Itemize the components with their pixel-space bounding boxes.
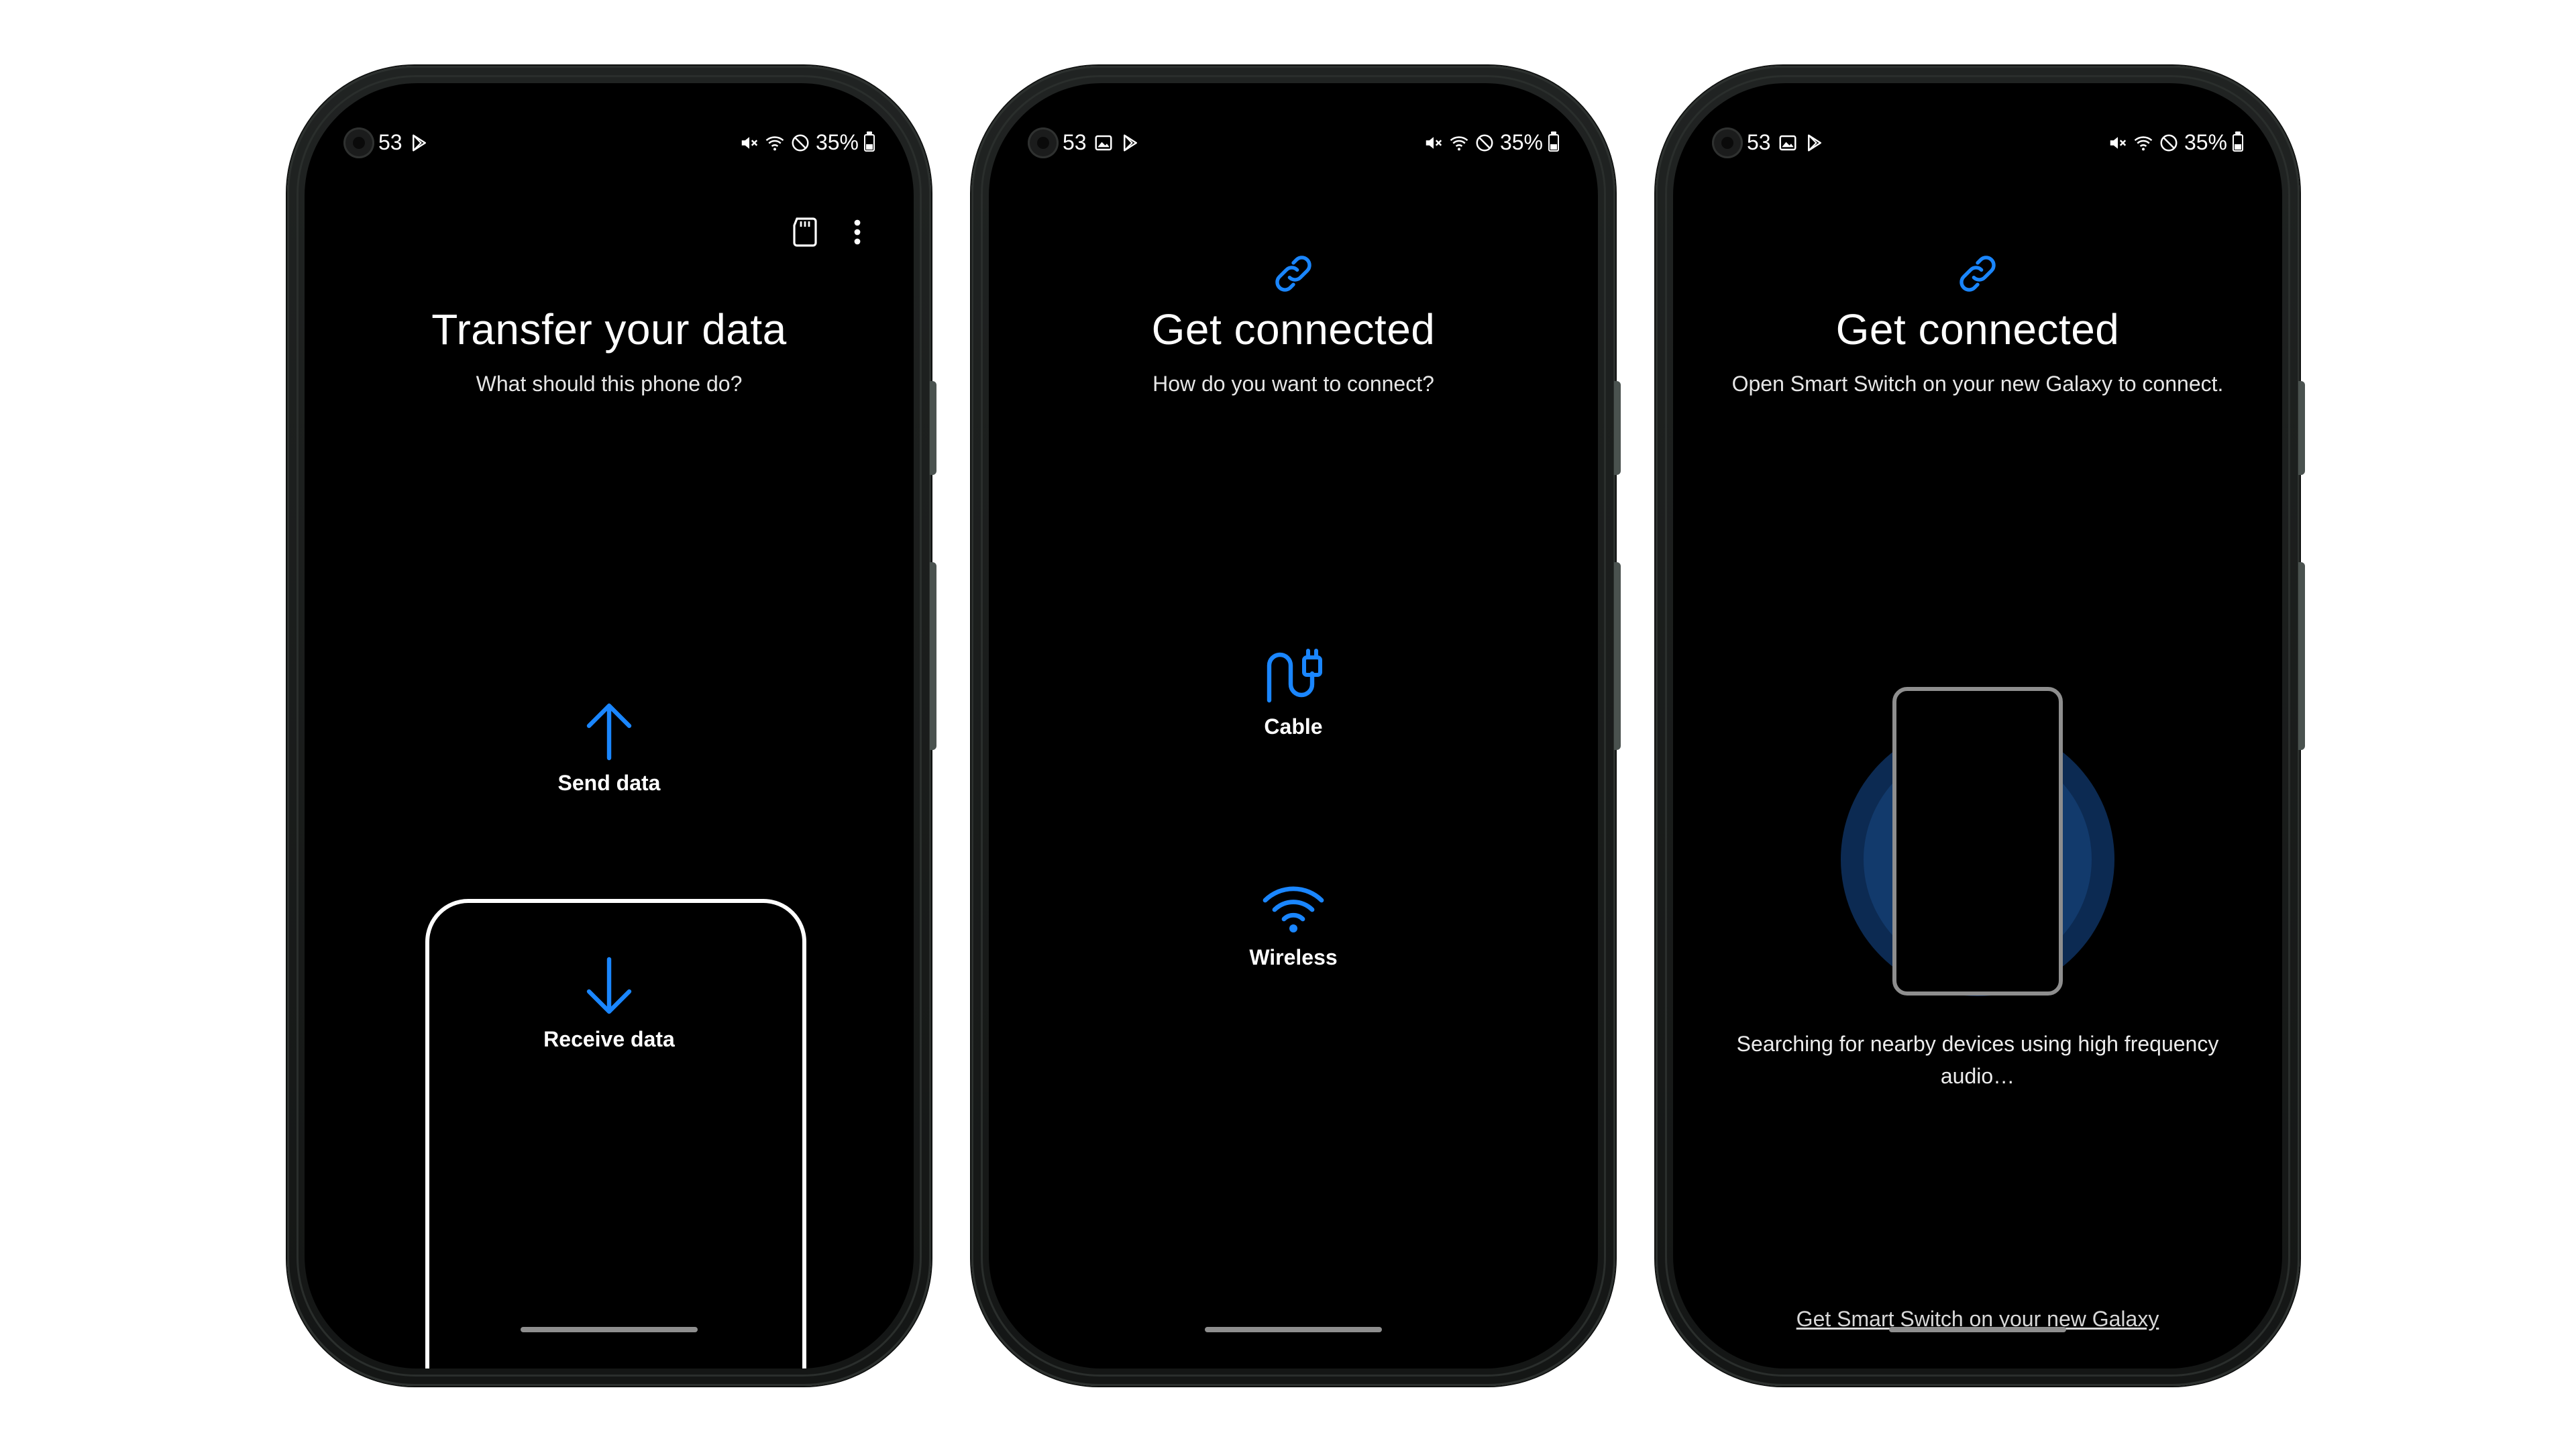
status-bar: 53 35% [1673, 125, 2282, 161]
play-store-icon [1123, 134, 1137, 151]
page-title: Transfer your data [431, 305, 787, 354]
cable-option-button[interactable]: Cable [989, 647, 1598, 739]
mute-icon [2110, 136, 2127, 149]
gallery-icon [1779, 135, 1796, 150]
cable-icon [1267, 649, 1322, 703]
wifi-status-icon [765, 136, 784, 150]
mute-icon [1426, 136, 1442, 149]
wireless-option-button[interactable]: Wireless [989, 881, 1598, 970]
cable-option-label: Cable [1264, 714, 1323, 739]
play-store-icon [412, 134, 426, 151]
phone-1: 53 35% Transfer your data What should th… [287, 66, 936, 1386]
page-subtitle: How do you want to connect? [1152, 372, 1434, 396]
searching-status: Searching for nearby devices using high … [1736, 1032, 2219, 1088]
screen-searching-devices: 53 35% Get connected Open Smart Switch o… [1673, 83, 2282, 1368]
home-indicator[interactable] [521, 1327, 698, 1332]
power-button [2298, 562, 2305, 750]
page-subtitle: Open Smart Switch on your new Galaxy to … [1731, 372, 2224, 396]
link-icon [1960, 256, 1996, 292]
sd-card-icon[interactable] [792, 217, 818, 247]
arrow-up-icon [586, 703, 632, 761]
volume-button [1614, 381, 1621, 475]
gallery-icon [1095, 135, 1112, 150]
volume-button [930, 381, 936, 475]
status-bar: 53 35% [989, 125, 1598, 161]
status-time: 53 [1063, 130, 1087, 154]
home-indicator[interactable] [1205, 1327, 1382, 1332]
front-camera [1028, 127, 1059, 158]
page-title: Get connected [1835, 305, 2120, 354]
send-data-button[interactable]: Send data [305, 700, 914, 796]
battery-percent: 35% [815, 130, 859, 154]
power-button [1614, 562, 1621, 750]
status-bar: 53 35% [305, 125, 914, 161]
battery-icon [2233, 131, 2243, 152]
home-indicator[interactable] [1889, 1327, 2066, 1332]
phone-2: 53 35% Get connected How do you want to … [971, 66, 1621, 1386]
wireless-option-label: Wireless [1249, 945, 1338, 969]
mute-icon [741, 136, 758, 149]
do-not-disturb-icon [1476, 134, 1493, 151]
screen-get-connected-method: 53 35% Get connected How do you want to … [989, 83, 1598, 1368]
battery-percent: 35% [1499, 130, 1543, 154]
arrow-down-icon [586, 957, 632, 1014]
battery-icon [864, 131, 875, 152]
screen-transfer-data: 53 35% Transfer your data What should th… [305, 83, 914, 1368]
front-camera [1712, 127, 1743, 158]
play-store-icon [1807, 134, 1821, 151]
wifi-icon [1263, 886, 1324, 932]
battery-icon [1548, 131, 1559, 152]
send-data-label: Send data [557, 771, 661, 795]
link-icon [1275, 256, 1311, 292]
status-time: 53 [1747, 130, 1771, 154]
phone-3: 53 35% Get connected Open Smart Switch o… [1656, 66, 2305, 1386]
volume-button [2298, 381, 2305, 475]
receive-data-label: Receive data [543, 1027, 675, 1051]
power-button [930, 562, 936, 750]
wifi-status-icon [1450, 136, 1468, 150]
battery-percent: 35% [2184, 130, 2227, 154]
receive-data-button[interactable]: Receive data [305, 957, 914, 1052]
page-title: Get connected [1151, 305, 1436, 354]
front-camera [343, 127, 374, 158]
do-not-disturb-icon [792, 134, 809, 151]
do-not-disturb-icon [2160, 134, 2178, 151]
more-options-icon[interactable] [853, 217, 861, 247]
status-time: 53 [378, 130, 402, 154]
page-subtitle: What should this phone do? [476, 372, 743, 396]
wifi-status-icon [2134, 136, 2153, 150]
new-galaxy-phone-illustration [1892, 687, 2063, 996]
